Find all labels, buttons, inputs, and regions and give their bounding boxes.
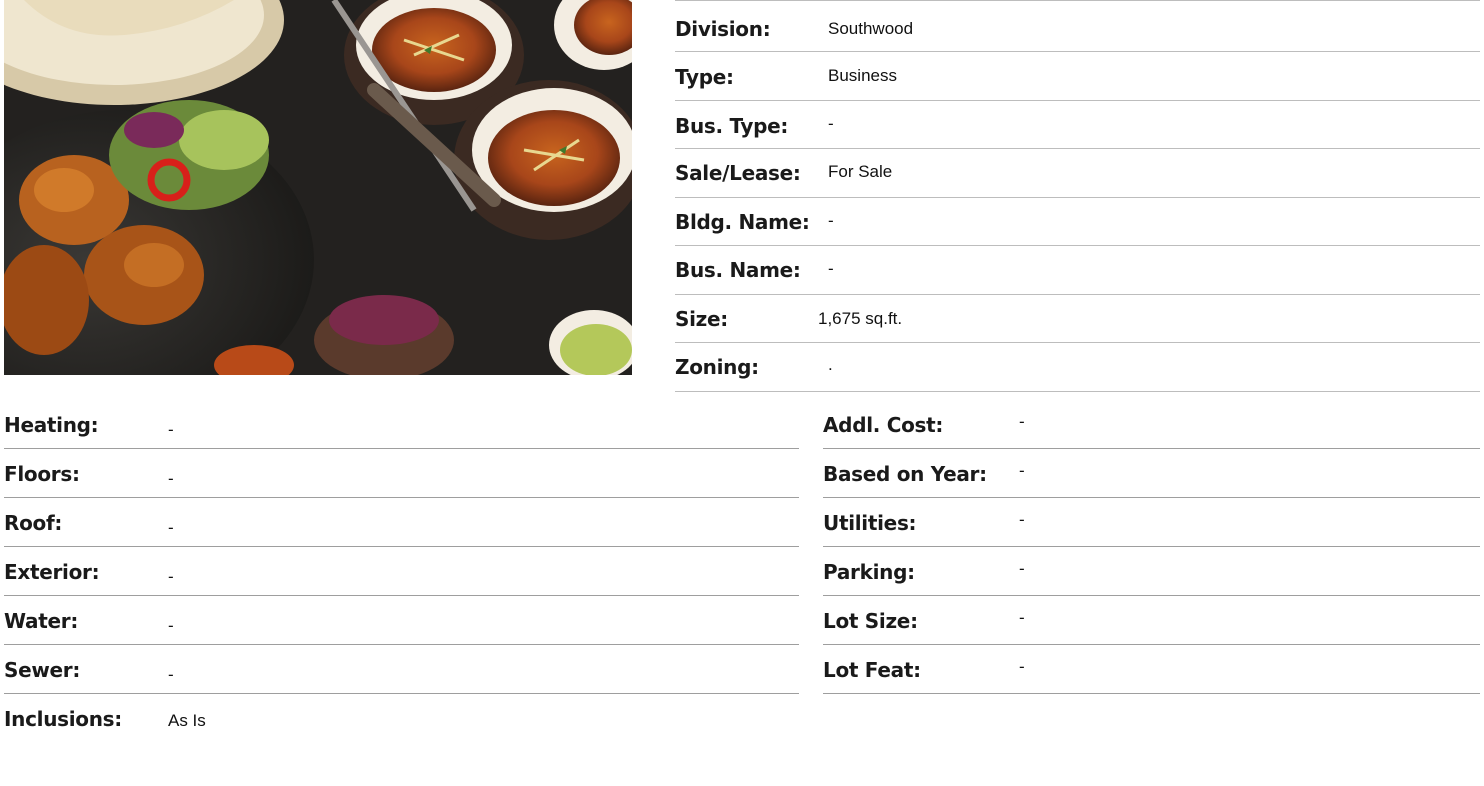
sale-lease-value: For Sale xyxy=(828,162,893,181)
bldg-name-value: - xyxy=(828,210,834,230)
summary-row-size: Size: 1,675 sq.ft. xyxy=(675,295,1480,343)
feature-row-parking: Parking: - xyxy=(823,547,1480,596)
feature-row-sewer: Sewer: - xyxy=(4,645,799,694)
feature-row-addl-cost: Addl. Cost: - xyxy=(823,400,1480,449)
exterior-label: Exterior: xyxy=(4,560,100,584)
summary-row-division: Division: Southwood xyxy=(675,5,1480,52)
utilities-value: - xyxy=(1019,510,1025,529)
feature-row-heating: Heating: - xyxy=(4,400,799,449)
zoning-value: . xyxy=(828,355,833,374)
features-left-column: Heating: - Floors: - Roof: - Exterior: -… xyxy=(4,400,799,743)
lot-feat-value: - xyxy=(1019,657,1025,676)
water-value: - xyxy=(168,616,174,635)
based-on-year-label: Based on Year: xyxy=(823,462,987,486)
summary-row-type: Type: Business xyxy=(675,52,1480,101)
feature-row-utilities: Utilities: - xyxy=(823,498,1480,547)
bus-type-value: - xyxy=(828,113,834,133)
type-value: Business xyxy=(828,66,897,85)
addl-cost-label: Addl. Cost: xyxy=(823,413,944,437)
lot-size-label: Lot Size: xyxy=(823,609,918,633)
roof-label: Roof: xyxy=(4,511,63,535)
heating-label: Heating: xyxy=(4,413,99,437)
property-summary: Division: Southwood Type: Business Bus. … xyxy=(675,0,1480,392)
sewer-value: - xyxy=(168,665,174,684)
summary-row-sale-lease: Sale/Lease: For Sale xyxy=(675,149,1480,198)
division-value: Southwood xyxy=(828,19,914,38)
floors-label: Floors: xyxy=(4,462,80,486)
bldg-name-label: Bldg. Name: xyxy=(675,209,810,234)
inclusions-label: Inclusions: xyxy=(4,707,122,731)
floors-value: - xyxy=(168,469,174,488)
water-label: Water: xyxy=(4,609,79,633)
feature-row-floors: Floors: - xyxy=(4,449,799,498)
feature-row-lot-size: Lot Size: - xyxy=(823,596,1480,645)
utilities-label: Utilities: xyxy=(823,511,917,535)
parking-value: - xyxy=(1019,559,1025,578)
type-label: Type: xyxy=(675,65,734,89)
property-photo[interactable] xyxy=(4,0,632,375)
lot-size-value: - xyxy=(1019,608,1025,627)
inclusions-value: As Is xyxy=(168,711,206,730)
summary-row-bus-name: Bus. Name: - xyxy=(675,246,1480,295)
feature-row-water: Water: - xyxy=(4,596,799,645)
zoning-label: Zoning: xyxy=(675,355,759,379)
heating-value: - xyxy=(168,420,174,439)
bus-name-label: Bus. Name: xyxy=(675,258,801,282)
feature-row-roof: Roof: - xyxy=(4,498,799,547)
feature-row-exterior: Exterior: - xyxy=(4,547,799,596)
feature-row-lot-feat: Lot Feat: - xyxy=(823,645,1480,694)
feature-row-based-on-year: Based on Year: - xyxy=(823,449,1480,498)
food-photo-image xyxy=(4,0,632,375)
sewer-label: Sewer: xyxy=(4,658,81,682)
size-value: 1,675 sq.ft. xyxy=(818,308,903,328)
bus-name-value: - xyxy=(828,259,834,278)
size-label: Size: xyxy=(675,306,728,331)
based-on-year-value: - xyxy=(1019,461,1025,480)
summary-row-bldg-name: Bldg. Name: - xyxy=(675,198,1480,246)
parking-label: Parking: xyxy=(823,560,915,584)
summary-row-bus-type: Bus. Type: - xyxy=(675,101,1480,149)
division-label: Division: xyxy=(675,17,771,41)
feature-row-inclusions: Inclusions: As Is xyxy=(4,694,799,743)
bus-type-label: Bus. Type: xyxy=(675,113,789,138)
roof-value: - xyxy=(168,518,174,537)
exterior-value: - xyxy=(168,567,174,586)
sale-lease-label: Sale/Lease: xyxy=(675,161,801,185)
features-right-column: Addl. Cost: - Based on Year: - Utilities… xyxy=(823,400,1480,694)
lot-feat-label: Lot Feat: xyxy=(823,658,921,682)
summary-row-zoning: Zoning: . xyxy=(675,343,1480,392)
addl-cost-value: - xyxy=(1019,412,1025,431)
